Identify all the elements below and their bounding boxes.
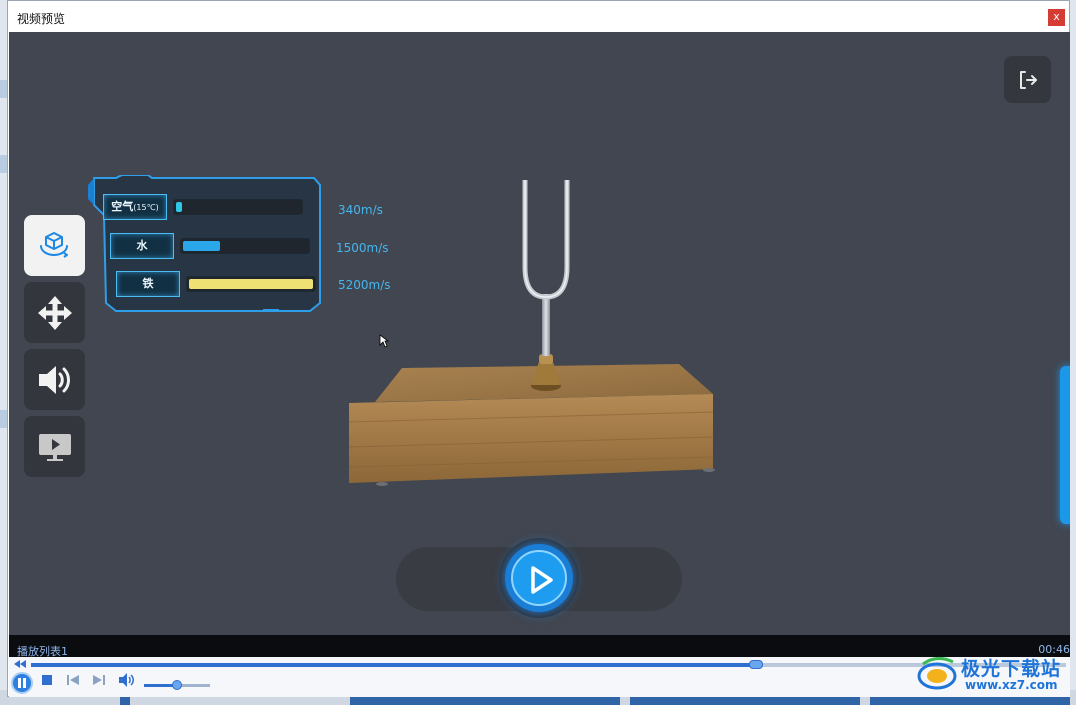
speed-row-water: 水 bbox=[110, 233, 320, 259]
cube-rotate-icon bbox=[40, 232, 68, 258]
tuning-fork-on-block bbox=[348, 180, 715, 486]
sound-tool[interactable] bbox=[24, 349, 85, 410]
watermark-logo bbox=[917, 657, 957, 690]
seek-bar-fill bbox=[31, 663, 756, 667]
volume-icon[interactable] bbox=[119, 673, 135, 687]
speed-row-air: 空气(15℃) bbox=[103, 194, 313, 220]
medium-label-water: 水 bbox=[110, 233, 174, 259]
exit-icon bbox=[1020, 71, 1037, 89]
close-button[interactable]: x bbox=[1048, 9, 1065, 26]
title-bar: 视频预览 x bbox=[8, 1, 1069, 32]
speed-bar-track bbox=[186, 276, 316, 292]
medium-label-air: 空气(15℃) bbox=[103, 194, 167, 220]
pause-icon bbox=[18, 678, 26, 688]
volume-slider[interactable] bbox=[144, 680, 210, 690]
monitor-play-icon bbox=[39, 434, 71, 461]
pause-button[interactable] bbox=[11, 672, 33, 694]
medium-label-iron: 铁 bbox=[116, 271, 180, 297]
exit-button[interactable] bbox=[1004, 56, 1051, 103]
speed-bar-fill bbox=[189, 279, 313, 289]
screen-tool[interactable] bbox=[24, 416, 85, 477]
side-panel-handle[interactable] bbox=[1060, 366, 1070, 524]
sound-speed-panel: 空气(15℃) 340m/s 水 1500m/s 铁 5200m/s bbox=[88, 175, 391, 312]
seek-bar[interactable] bbox=[31, 660, 1066, 669]
watermark: 极光下载站 www.xz7.com bbox=[915, 652, 1070, 696]
speed-bar-fill bbox=[183, 241, 220, 251]
speed-bar-fill bbox=[176, 202, 182, 212]
rewind-icon[interactable] bbox=[14, 660, 26, 668]
play-button-inner bbox=[511, 550, 567, 606]
previous-icon[interactable] bbox=[67, 675, 79, 685]
seek-bar-knob[interactable] bbox=[749, 660, 763, 669]
move-tool[interactable] bbox=[24, 282, 85, 343]
speed-bar-track bbox=[180, 238, 310, 254]
speaker-icon bbox=[39, 366, 70, 394]
move-arrows-icon bbox=[38, 296, 72, 330]
window-title: 视频预览 bbox=[17, 12, 66, 26]
stop-icon[interactable] bbox=[42, 675, 52, 685]
play-button-ring bbox=[505, 544, 573, 612]
next-icon[interactable] bbox=[93, 675, 105, 685]
video-preview-window: 视频预览 x 空气(15℃) 340m/s 水 1500m/s 铁 5200m/… bbox=[7, 0, 1070, 697]
rotate-3d-tool[interactable] bbox=[24, 215, 85, 276]
watermark-url: www.xz7.com bbox=[965, 678, 1058, 692]
play-button[interactable] bbox=[499, 538, 579, 618]
speed-bar-track bbox=[173, 199, 303, 215]
volume-knob[interactable] bbox=[172, 680, 182, 690]
media-player-bar: 播放列表1 00:46 bbox=[9, 635, 1070, 697]
watermark-text: 极光下载站 bbox=[961, 658, 1062, 680]
video-area[interactable]: 空气(15℃) 340m/s 水 1500m/s 铁 5200m/s bbox=[9, 32, 1070, 635]
player-controls bbox=[9, 657, 1070, 697]
speed-row-iron: 铁 bbox=[116, 271, 326, 297]
cursor-icon bbox=[379, 334, 389, 348]
play-icon bbox=[531, 566, 553, 594]
